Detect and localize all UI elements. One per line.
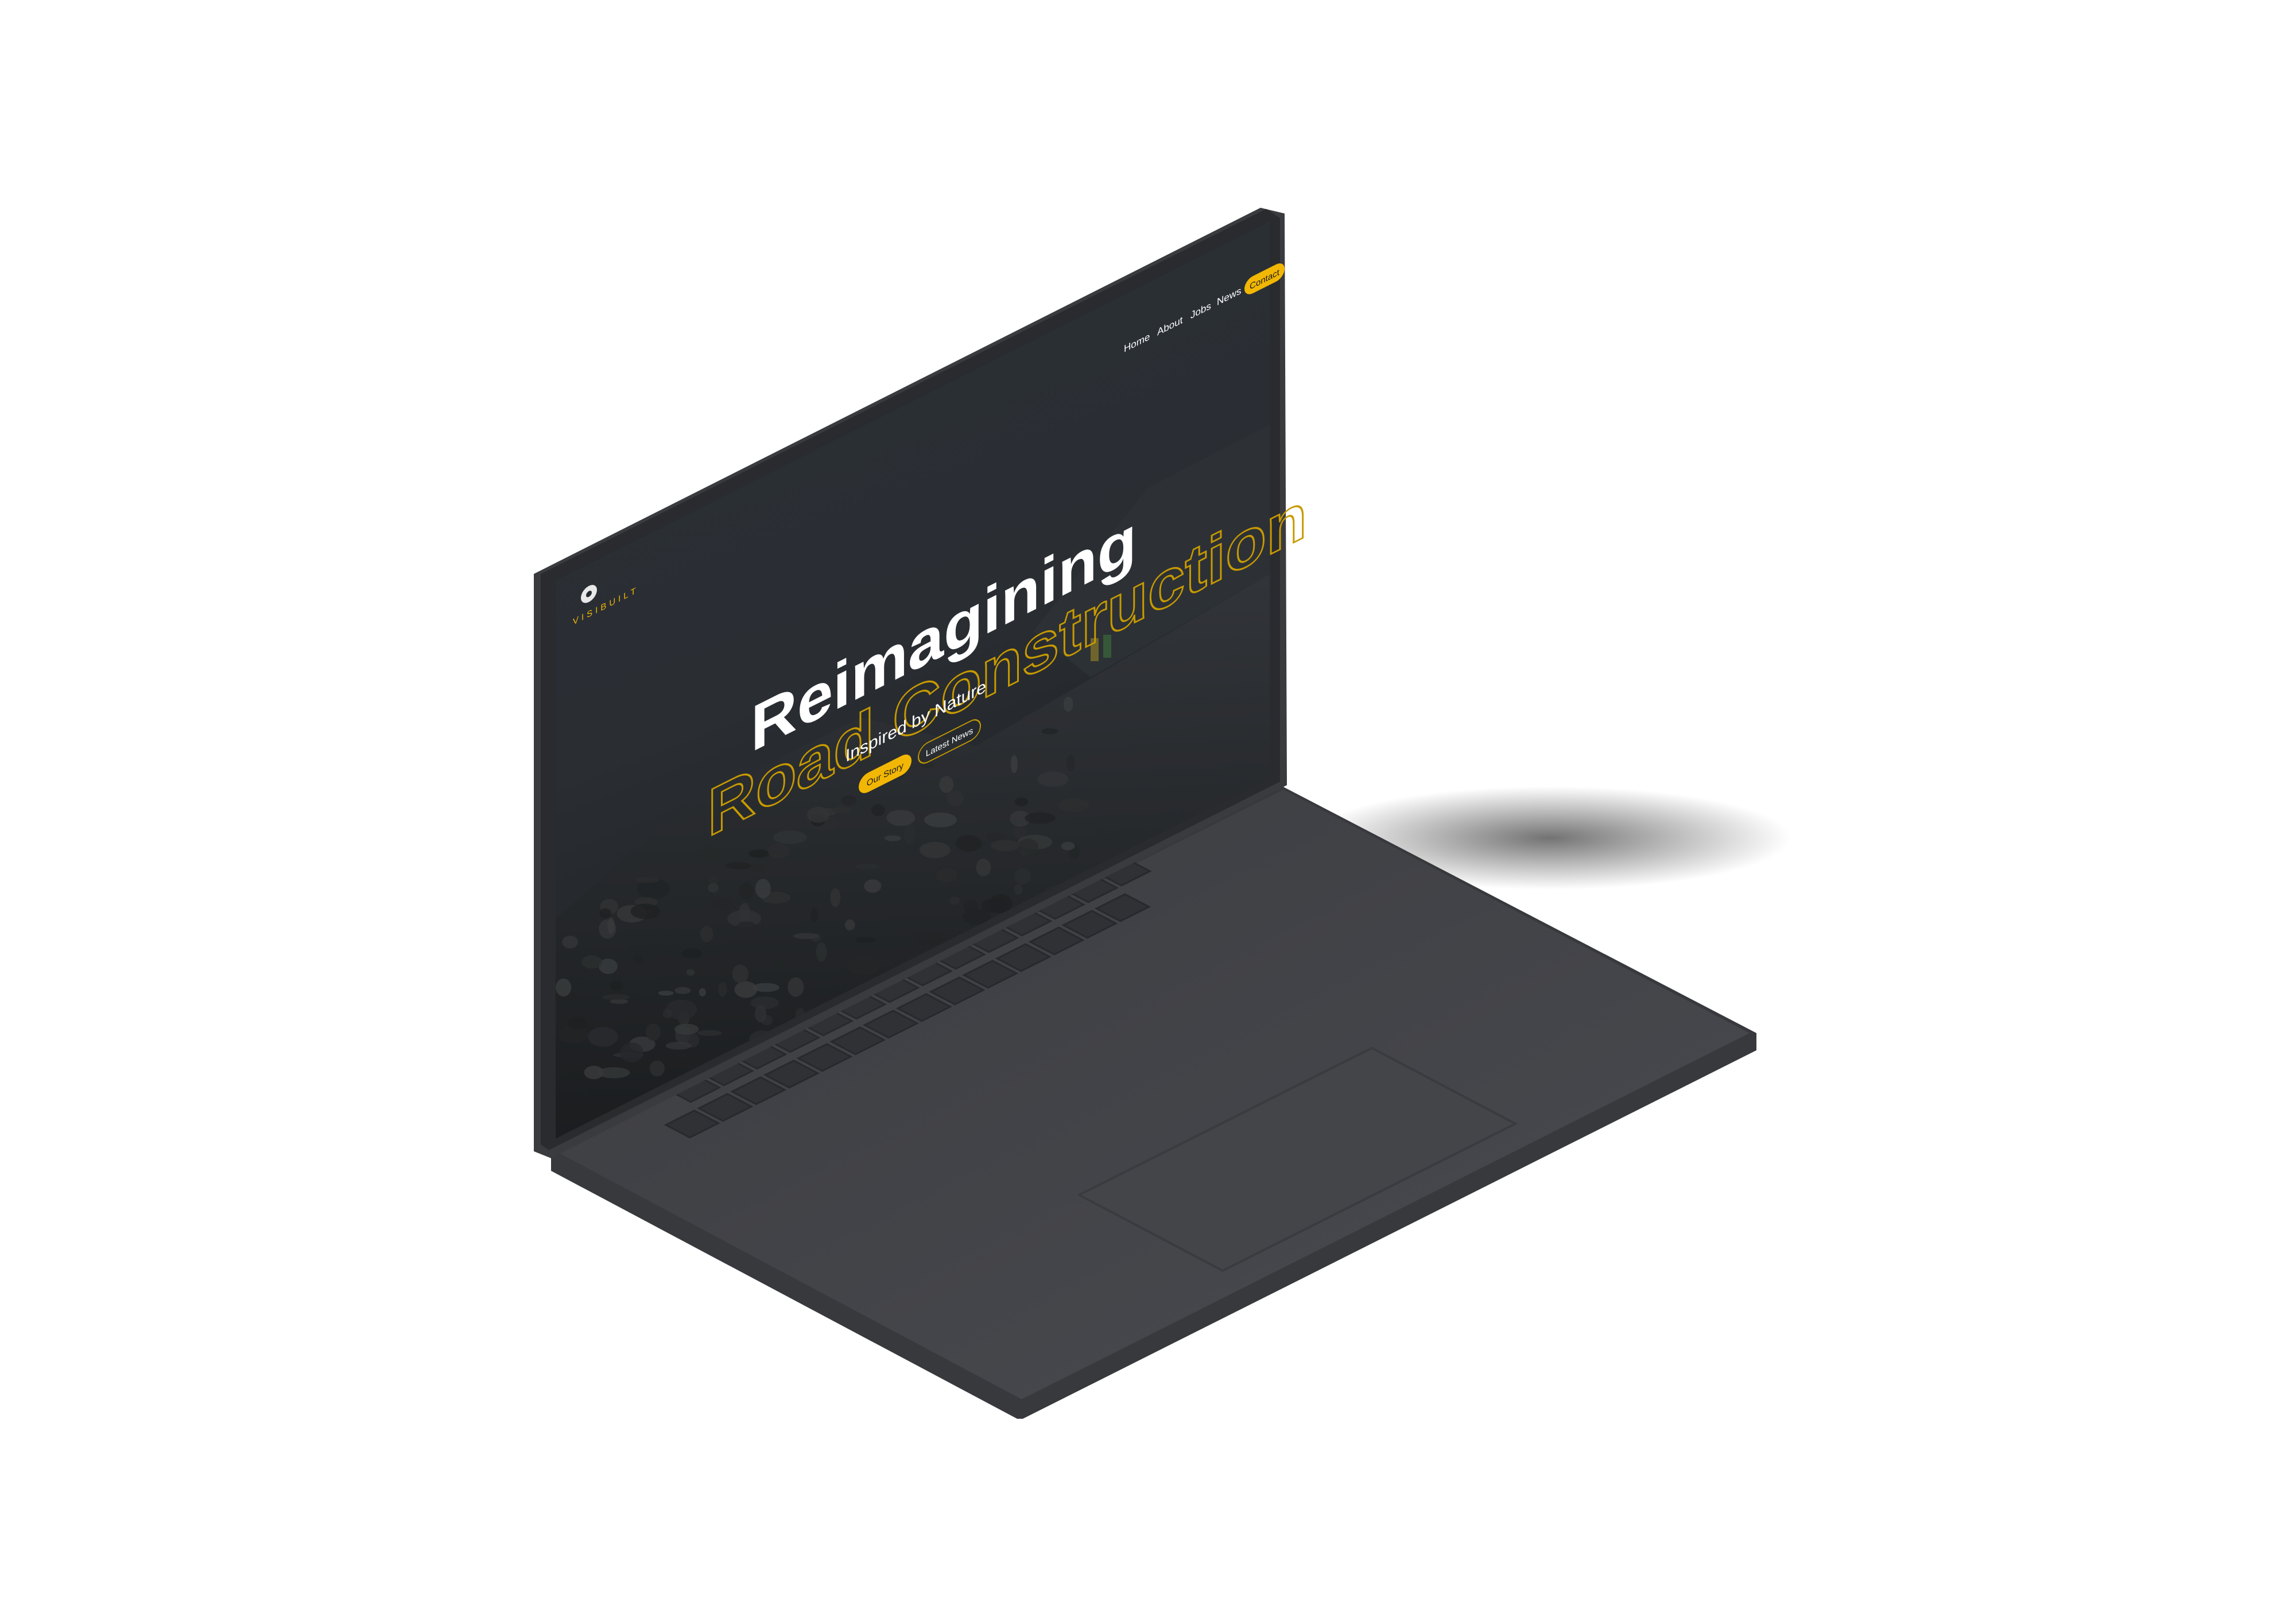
hero: Road Construction Reimagining Inspired b… <box>707 475 1308 852</box>
website-ui: VISIBUILT Home About Jobs News Contact R… <box>573 263 1308 853</box>
main-nav: Home About Jobs News Contact <box>1124 263 1285 355</box>
hero-outline-headline: Road Construction <box>708 476 1307 852</box>
nav-item-jobs[interactable]: Jobs <box>1190 300 1211 321</box>
nav-item-about[interactable]: About <box>1157 314 1182 337</box>
brand-logo-text: VISIBUILT <box>573 585 639 627</box>
nav-item-news[interactable]: News <box>1217 285 1241 308</box>
nav-item-home[interactable]: Home <box>1124 331 1150 355</box>
brand-logo[interactable]: VISIBUILT <box>573 561 639 627</box>
